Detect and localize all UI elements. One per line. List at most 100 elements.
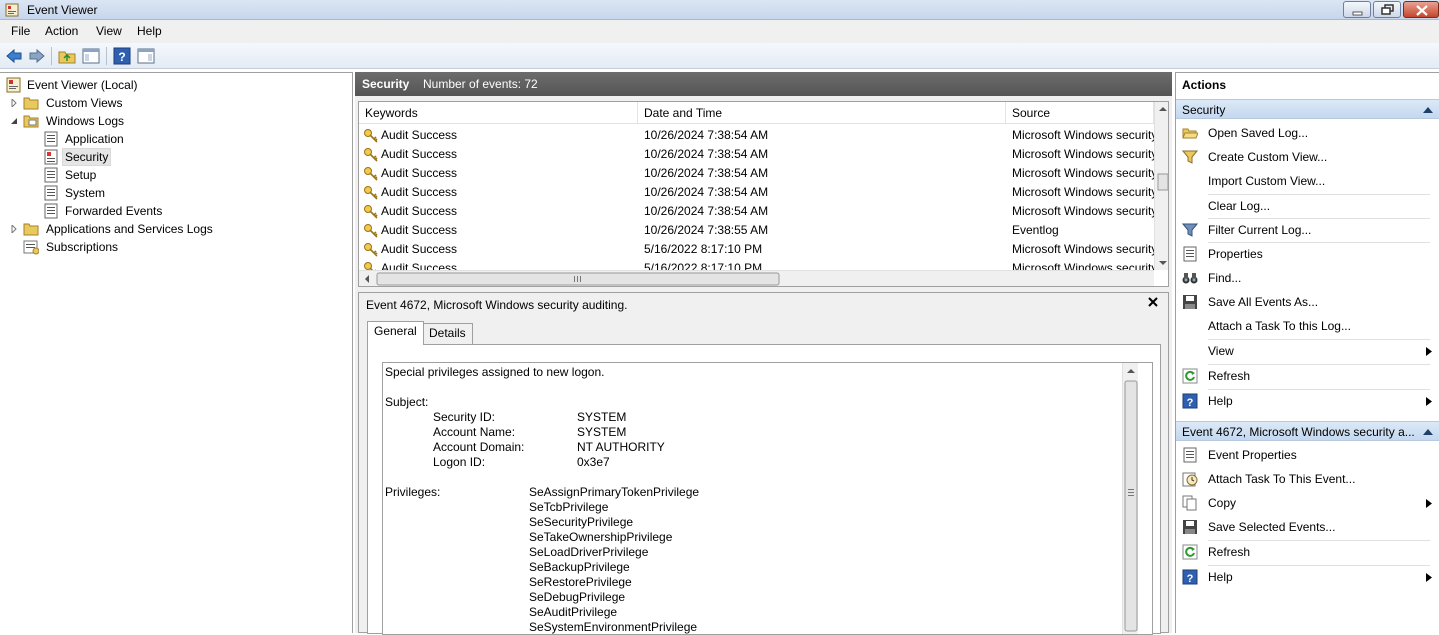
cell-date-time: 10/26/2024 7:38:55 AM xyxy=(644,223,769,237)
column-header-source[interactable]: Source xyxy=(1006,102,1154,124)
key-icon xyxy=(364,224,378,238)
action-create-custom-view[interactable]: Create Custom View... xyxy=(1176,145,1439,169)
action-refresh[interactable]: Refresh xyxy=(1176,364,1439,388)
folder-open-icon xyxy=(1182,128,1198,139)
expand-arrow-icon[interactable] xyxy=(10,99,18,107)
collapse-caret-icon[interactable] xyxy=(1423,107,1433,113)
action-filter-current-log[interactable]: Filter Current Log... xyxy=(1176,218,1439,242)
tree-item-subscriptions[interactable]: Subscriptions xyxy=(23,238,323,256)
forward-arrow-icon[interactable] xyxy=(28,47,46,65)
action-label: Refresh xyxy=(1208,369,1251,383)
action-copy[interactable]: Copy xyxy=(1176,491,1439,515)
tab-details[interactable]: Details xyxy=(422,323,473,344)
table-row[interactable]: Audit Success 10/26/2024 7:38:55 AM Even… xyxy=(359,221,1154,240)
event-list-horizontal-scrollbar[interactable] xyxy=(359,270,1154,286)
collapse-arrow-icon[interactable] xyxy=(10,117,18,125)
action-label: Properties xyxy=(1208,247,1263,261)
tree-item-applications-and-services-logs[interactable]: Applications and Services Logs xyxy=(10,220,330,238)
section-title: Event 4672, Microsoft Windows security a… xyxy=(1182,425,1415,439)
close-button[interactable] xyxy=(1403,1,1439,18)
field-value: SYSTEM xyxy=(577,410,627,424)
message-scrollbar[interactable] xyxy=(1122,363,1138,634)
log-icon xyxy=(44,203,58,219)
action-label: Attach Task To This Event... xyxy=(1208,472,1356,486)
table-row[interactable]: Audit Success 10/26/2024 7:38:54 AM Micr… xyxy=(359,145,1154,164)
log-icon xyxy=(44,185,58,201)
tree-item-event-viewer-local[interactable]: Event Viewer (Local) xyxy=(6,76,306,94)
action-label: Refresh xyxy=(1208,545,1251,559)
action-help[interactable]: ? Help xyxy=(1176,389,1439,413)
tree-item-system[interactable]: System xyxy=(43,184,323,202)
actions-section-security[interactable]: Security xyxy=(1176,99,1439,119)
menu-action[interactable]: Action xyxy=(45,24,78,38)
cell-source: Microsoft Windows security auditing. xyxy=(1012,185,1154,199)
action-clear-log[interactable]: Clear Log... xyxy=(1176,194,1439,218)
table-row[interactable]: Audit Success 10/26/2024 7:38:54 AM Micr… xyxy=(359,202,1154,221)
privilege-item: SeAssignPrimaryTokenPrivilege xyxy=(529,485,700,499)
field-value: NT AUTHORITY xyxy=(577,440,665,454)
cell-keywords: Audit Success xyxy=(381,166,458,180)
action-open-saved-log[interactable]: Open Saved Log... xyxy=(1176,121,1439,145)
help-icon[interactable]: ? xyxy=(113,47,131,65)
show-hide-action-pane-icon[interactable] xyxy=(137,47,155,65)
cell-keywords: Audit Success xyxy=(381,223,458,237)
menu-file[interactable]: File xyxy=(11,24,30,38)
subscriptions-icon xyxy=(23,240,39,255)
minimize-button[interactable] xyxy=(1343,1,1371,18)
action-view[interactable]: View xyxy=(1176,339,1439,363)
cell-date-time: 10/26/2024 7:38:54 AM xyxy=(644,128,769,142)
submenu-arrow-icon xyxy=(1426,397,1432,406)
action-help-event[interactable]: ? Help xyxy=(1176,565,1439,589)
action-attach-task-to-log[interactable]: Attach a Task To this Log... xyxy=(1176,314,1439,338)
table-row[interactable]: Audit Success 10/26/2024 7:38:54 AM Micr… xyxy=(359,126,1154,145)
tree-item-setup[interactable]: Setup xyxy=(43,166,323,184)
table-row[interactable]: Audit Success 10/26/2024 7:38:54 AM Micr… xyxy=(359,164,1154,183)
title-bar: Event Viewer xyxy=(0,0,1439,20)
actions-section-event[interactable]: Event 4672, Microsoft Windows security a… xyxy=(1176,421,1439,441)
menu-view[interactable]: View xyxy=(96,24,122,38)
restore-button[interactable] xyxy=(1373,1,1401,18)
column-header-keywords[interactable]: Keywords xyxy=(359,102,638,124)
event-list-vertical-scrollbar[interactable] xyxy=(1154,102,1168,270)
action-save-all-events-as[interactable]: Save All Events As... xyxy=(1176,290,1439,314)
action-import-custom-view[interactable]: Import Custom View... xyxy=(1176,169,1439,193)
tree-item-custom-views[interactable]: Custom Views xyxy=(10,94,310,112)
folder-up-icon[interactable] xyxy=(58,47,76,65)
tree-item-application[interactable]: Application xyxy=(43,130,323,148)
close-icon[interactable] xyxy=(1146,295,1160,309)
show-hide-tree-icon[interactable] xyxy=(82,47,100,65)
properties-icon xyxy=(1183,447,1197,463)
action-attach-task-to-event[interactable]: Attach Task To This Event... xyxy=(1176,467,1439,491)
tree-item-windows-logs[interactable]: Windows Logs xyxy=(10,112,310,130)
collapse-caret-icon[interactable] xyxy=(1423,429,1433,435)
action-properties[interactable]: Properties xyxy=(1176,242,1439,266)
save-icon xyxy=(1183,295,1197,309)
security-log-icon xyxy=(44,149,58,165)
key-icon xyxy=(364,148,378,162)
cell-source: Microsoft Windows security auditing. xyxy=(1012,204,1154,218)
tree-item-forwarded-events[interactable]: Forwarded Events xyxy=(43,202,323,220)
menu-help[interactable]: Help xyxy=(137,24,162,38)
tab-general[interactable]: General xyxy=(367,321,424,345)
cell-date-time: 5/16/2022 8:17:10 PM xyxy=(644,242,763,256)
column-header-date-time[interactable]: Date and Time xyxy=(638,102,1006,124)
tree-item-security[interactable]: Security xyxy=(43,148,323,166)
action-event-properties[interactable]: Event Properties xyxy=(1176,443,1439,467)
event-message-box[interactable]: Special privileges assigned to new logon… xyxy=(382,362,1153,635)
action-label: Save Selected Events... xyxy=(1208,520,1336,534)
event-count: Number of events: 72 xyxy=(423,77,538,91)
action-find[interactable]: Find... xyxy=(1176,266,1439,290)
expand-arrow-icon[interactable] xyxy=(10,225,18,233)
table-row[interactable]: Audit Success 5/16/2022 8:17:10 PM Micro… xyxy=(359,259,1154,270)
help-icon: ? xyxy=(1182,569,1198,585)
cell-keywords: Audit Success xyxy=(381,185,458,199)
action-save-selected-events[interactable]: Save Selected Events... xyxy=(1176,515,1439,539)
window-title: Event Viewer xyxy=(27,3,98,17)
table-row[interactable]: Audit Success 10/26/2024 7:38:54 AM Micr… xyxy=(359,183,1154,202)
table-row[interactable]: Audit Success 5/16/2022 8:17:10 PM Micro… xyxy=(359,240,1154,259)
event-detail-panel: Event 4672, Microsoft Windows security a… xyxy=(358,292,1169,635)
back-arrow-icon[interactable] xyxy=(5,47,23,65)
action-refresh-event[interactable]: Refresh xyxy=(1176,540,1439,564)
binoculars-icon xyxy=(1182,273,1198,284)
message-summary: Special privileges assigned to new logon… xyxy=(385,365,605,379)
